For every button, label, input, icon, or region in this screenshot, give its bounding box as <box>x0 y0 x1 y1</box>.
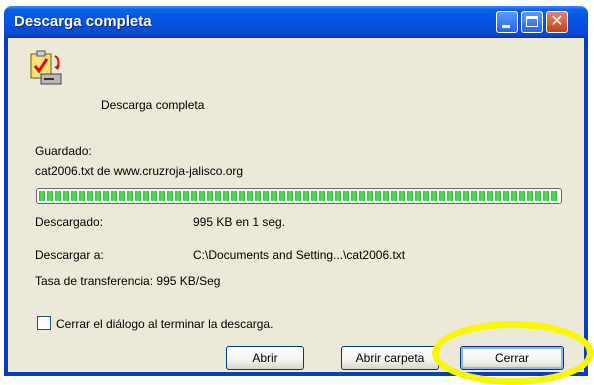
window-title: Descarga completa <box>14 13 152 30</box>
close-when-done-label[interactable]: Cerrar el diálogo al terminar la descarg… <box>56 317 273 331</box>
highlight-ellipse <box>432 321 594 385</box>
transfer-rate: Tasa de transferencia: 995 KB/Seg <box>35 274 221 288</box>
title-bar[interactable]: Descarga completa ✕ <box>4 6 588 38</box>
open-button[interactable]: Abrir <box>226 346 304 370</box>
close-window-button[interactable]: ✕ <box>546 11 568 33</box>
open-folder-button[interactable]: Abrir carpeta <box>341 346 439 370</box>
downloaded-label: Descargado: <box>35 215 104 229</box>
saved-label: Guardado: <box>35 144 92 158</box>
maximize-button[interactable] <box>521 11 543 33</box>
minimize-button[interactable] <box>496 11 518 33</box>
destination-label: Descargar a: <box>35 248 104 262</box>
destination-value: C:\Documents and Setting...\cat2006.txt <box>193 248 406 262</box>
download-progress-bar <box>36 188 562 204</box>
maximize-icon <box>526 16 538 27</box>
saved-source: cat2006.txt de www.cruzroja-jalisco.org <box>35 164 244 178</box>
progress-fill <box>39 191 559 201</box>
downloaded-value: 995 KB en 1 seg. <box>193 215 286 229</box>
status-heading: Descarga completa <box>101 98 205 112</box>
minimize-icon <box>502 25 510 28</box>
close-when-done-checkbox[interactable] <box>37 316 51 330</box>
close-icon: ✕ <box>550 13 564 30</box>
download-complete-icon <box>30 50 62 85</box>
